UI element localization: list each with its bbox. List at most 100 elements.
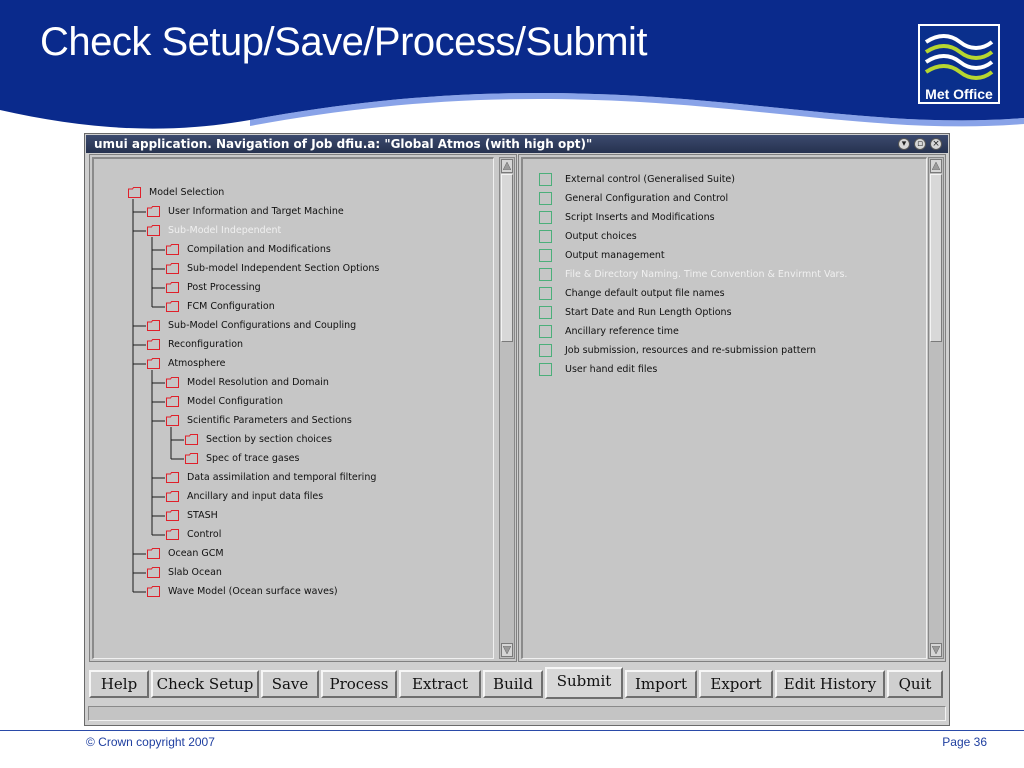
tree-item-label: Sub-Model Configurations and Coupling (168, 320, 357, 331)
item-checkbox[interactable] (539, 287, 552, 300)
window-titlebar[interactable]: umui application. Navigation of Job dfiu… (86, 135, 948, 153)
folder-icon (147, 225, 160, 236)
tree-item-label: Section by section choices (206, 434, 332, 445)
status-bar (88, 706, 946, 721)
folder-icon (147, 567, 160, 578)
folder-icon (166, 377, 179, 388)
item-checkbox[interactable] (539, 344, 552, 357)
met-office-logo: Met Office (918, 24, 1000, 104)
tree-item-label: Spec of trace gases (206, 453, 300, 464)
quit-button[interactable]: Quit (887, 670, 943, 698)
folder-icon (147, 320, 160, 331)
folder-icon (147, 548, 160, 559)
tree-item-label: Scientific Parameters and Sections (187, 415, 352, 426)
scroll-down-icon[interactable] (930, 643, 942, 657)
folder-icon (166, 244, 179, 255)
window-list-item-label: Output management (565, 250, 665, 261)
tree-item-label: Slab Ocean (168, 567, 222, 578)
tree-item-label: Atmosphere (168, 358, 226, 369)
footer-divider (0, 730, 1024, 731)
tree-scroll-thumb[interactable] (501, 174, 513, 342)
window-list-item-label: Ancillary reference time (565, 326, 679, 337)
edit-history-button[interactable]: Edit History (775, 670, 885, 698)
tree-item-label: Control (187, 529, 222, 540)
window-list-item-label: Output choices (565, 231, 637, 242)
tree-item-label: Ocean GCM (168, 548, 224, 559)
folder-icon (166, 415, 179, 426)
item-checkbox[interactable] (539, 173, 552, 186)
folder-icon (166, 491, 179, 502)
window-list-item-label: Script Inserts and Modifications (565, 212, 715, 223)
tree-item-label: FCM Configuration (187, 301, 275, 312)
tree-item-label: Ancillary and input data files (187, 491, 324, 502)
export-button[interactable]: Export (699, 670, 773, 698)
tree-item-label: Data assimilation and temporal filtering (187, 472, 377, 483)
item-checkbox[interactable] (539, 325, 552, 338)
folder-icon (185, 434, 198, 445)
folder-icon (147, 206, 160, 217)
list-scrollbar[interactable] (928, 157, 944, 659)
window-list-item-label: File & Directory Naming. Time Convention… (565, 269, 848, 280)
folder-icon (128, 187, 141, 198)
tree-item-label: Model Selection (149, 187, 225, 198)
tree-item-label: Post Processing (187, 282, 261, 293)
item-checkbox[interactable] (539, 306, 552, 319)
check-setup-button[interactable]: Check Setup (151, 670, 259, 698)
window-list-item-label: Job submission, resources and re-submiss… (565, 345, 817, 356)
list-scroll-thumb[interactable] (930, 174, 942, 342)
tree-item-label: Reconfiguration (168, 339, 244, 350)
item-checkbox[interactable] (539, 268, 552, 281)
folder-icon (166, 282, 179, 293)
save-button[interactable]: Save (261, 670, 319, 698)
folder-icon (166, 472, 179, 483)
slide-header: Check Setup/Save/Process/Submit Met Offi… (0, 0, 1024, 130)
item-checkbox[interactable] (539, 230, 552, 243)
copyright-text: © Crown copyright 2007 (86, 735, 215, 749)
tree-item-label: Wave Model (Ocean surface waves) (168, 586, 338, 597)
build-button[interactable]: Build (483, 670, 543, 698)
window-title: umui application. Navigation of Job dfiu… (94, 137, 593, 151)
folder-icon (185, 453, 198, 464)
umui-window: umui application. Navigation of Job dfiu… (84, 133, 950, 726)
process-button[interactable]: Process (321, 670, 397, 698)
import-button[interactable]: Import (625, 670, 697, 698)
folder-icon (166, 396, 179, 407)
window-list-item-label: Change default output file names (565, 288, 725, 299)
tree-item-label: Compilation and Modifications (187, 244, 331, 255)
tree-item-label: STASH (187, 510, 218, 521)
scroll-up-icon[interactable] (501, 159, 513, 173)
folder-icon (147, 358, 160, 369)
window-close-icon[interactable]: × (930, 138, 942, 150)
logo-text: Met Office (925, 86, 993, 102)
slide-title: Check Setup/Save/Process/Submit (40, 20, 648, 64)
page-number: Page 36 (942, 735, 987, 749)
folder-icon (166, 301, 179, 312)
window-shade-icon[interactable]: ▾ (898, 138, 910, 150)
tree-item-label: Model Configuration (187, 396, 283, 407)
window-list-item-label: External control (Generalised Suite) (565, 174, 735, 185)
folder-icon (166, 529, 179, 540)
tree-pane: Model Selection User Information and Targ… (89, 154, 517, 662)
tree-item-label: Sub-model Independent Section Options (187, 263, 380, 274)
folder-icon (166, 263, 179, 274)
folder-icon (166, 510, 179, 521)
tree-scrollbar[interactable] (499, 157, 515, 659)
item-checkbox[interactable] (539, 192, 552, 205)
help-button[interactable]: Help (89, 670, 149, 698)
scroll-up-icon[interactable] (930, 159, 942, 173)
tree-view: Model Selection User Information and Targ… (92, 157, 494, 659)
window-list-item-label: General Configuration and Control (565, 193, 729, 204)
button-bar: Help Check Setup Save Process Extract Build Su… (87, 666, 947, 702)
window-maximize-icon[interactable]: ▫ (914, 138, 926, 150)
submit-button[interactable]: Submit (545, 667, 623, 699)
folder-icon (147, 586, 160, 597)
folder-icon (147, 339, 160, 350)
item-checkbox[interactable] (539, 249, 552, 262)
scroll-down-icon[interactable] (501, 643, 513, 657)
item-checkbox[interactable] (539, 211, 552, 224)
window-list-item-label: Start Date and Run Length Options (565, 307, 732, 318)
window-list: External control (Generalised Suite) Gene… (521, 157, 927, 659)
tree-item-label: Model Resolution and Domain (187, 377, 329, 388)
item-checkbox[interactable] (539, 363, 552, 376)
extract-button[interactable]: Extract (399, 670, 481, 698)
